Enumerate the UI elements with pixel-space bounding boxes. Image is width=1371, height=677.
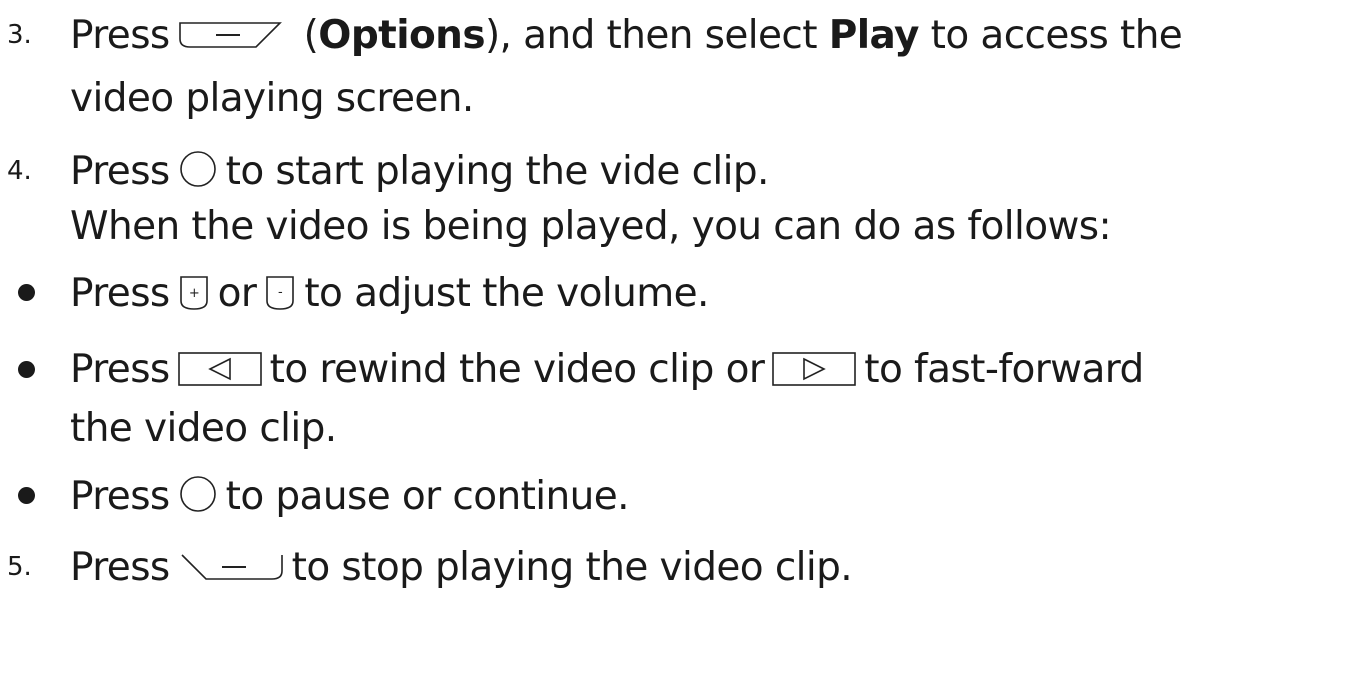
- bullet-2-line-1: Press to rewind the video clip or to fas…: [70, 339, 1144, 399]
- left-softkey-icon: [176, 17, 286, 53]
- bullet-3-line: Press to pause or continue.: [70, 466, 630, 526]
- bullet-dot: [18, 284, 35, 301]
- step-3-text-access: to access the: [930, 12, 1183, 58]
- step-3-text-select: ), and then select: [484, 12, 818, 58]
- step-5-text-after: to stop playing the video clip.: [291, 544, 853, 590]
- step-3-text-press: Press: [70, 12, 170, 58]
- volume-up-key-icon: +: [176, 273, 212, 313]
- volume-down-key-icon: -: [262, 273, 298, 313]
- bullet-1-line: Press + or - to adjust the volume.: [70, 263, 709, 323]
- step-3-paren-open: (: [303, 12, 319, 58]
- bullet-1-text-after: to adjust the volume.: [304, 270, 709, 316]
- options-label: Options: [318, 12, 485, 58]
- bullet-2-text-press: Press: [70, 346, 170, 392]
- step-4-text-press: Press: [70, 148, 170, 194]
- step-3-line-2: video playing screen.: [70, 75, 474, 121]
- bullet-1-text-press: Press: [70, 270, 170, 316]
- bullet-1-text-or: or: [217, 270, 257, 316]
- bullet-dot: [18, 487, 35, 504]
- step-4-line-2: When the video is being played, you can …: [70, 203, 1112, 249]
- left-arrow-key-icon: [176, 350, 264, 388]
- play-label: Play: [828, 12, 920, 58]
- step-4-line-1: Press to start playing the vide clip.: [70, 141, 769, 201]
- step-number-5: 5.: [7, 552, 32, 582]
- svg-text:-: -: [278, 285, 283, 300]
- step-number-3: 3.: [7, 20, 32, 50]
- bullet-2-text-middle: to rewind the video clip or: [269, 346, 765, 392]
- bullet-3-text-after: to pause or continue.: [225, 473, 630, 519]
- step-3-line-1: Press (Options), and then select Play to…: [70, 5, 1183, 65]
- bullet-2-text-after: to fast-forward: [864, 346, 1144, 392]
- step-number-4: 4.: [7, 156, 32, 186]
- right-softkey-icon: [176, 549, 286, 585]
- step-5-text-press: Press: [70, 544, 170, 590]
- bullet-3-text-press: Press: [70, 473, 170, 519]
- step-5-line: Press to stop playing the video clip.: [70, 537, 853, 597]
- svg-text:+: +: [189, 286, 199, 301]
- right-arrow-key-icon: [770, 350, 858, 388]
- ok-circle-key-icon: [176, 474, 220, 518]
- step-4-text-after: to start playing the vide clip.: [225, 148, 770, 194]
- bullet-dot: [18, 361, 35, 378]
- bullet-2-line-2: the video clip.: [70, 405, 337, 451]
- ok-circle-key-icon: [176, 149, 220, 193]
